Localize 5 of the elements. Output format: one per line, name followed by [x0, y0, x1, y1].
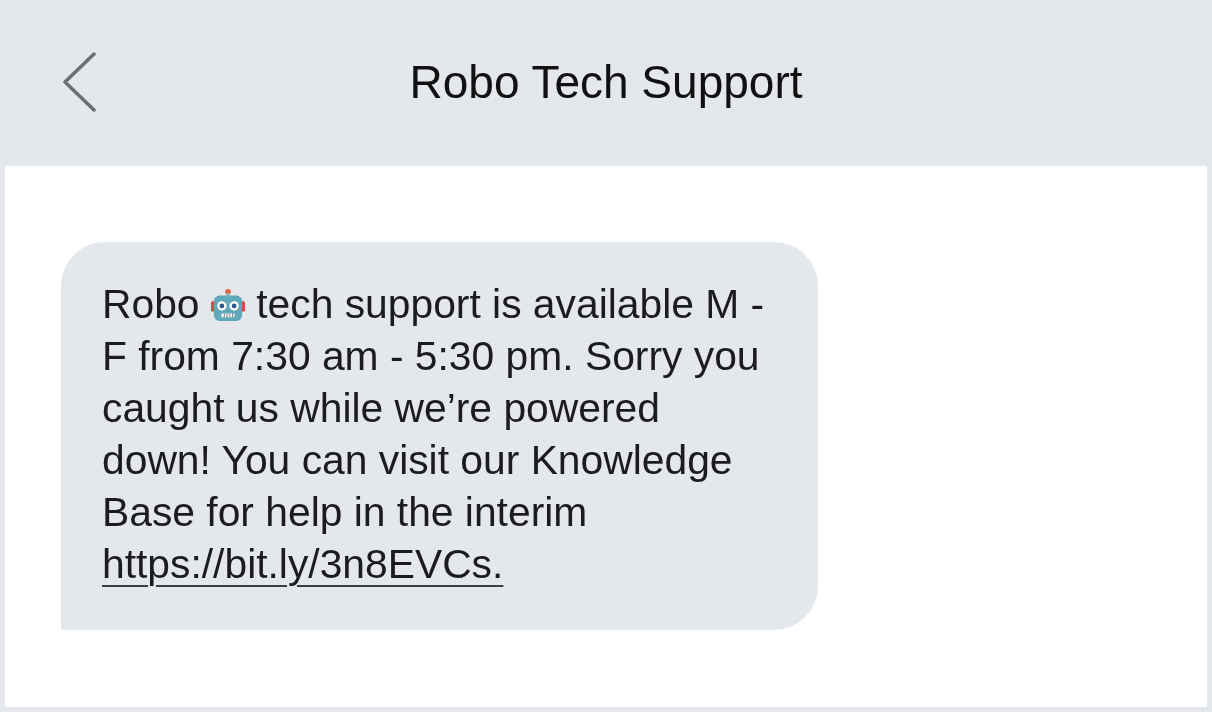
message-text: Robo tech support is available M - F from 7:30 am - 5:30 pm. Sorry you caught us while we’re powered down! You can visit our Knowledge Base for help in the interim https://bit.ly/3n8EVCs. [102, 280, 766, 589]
chevron-left-icon [61, 52, 97, 112]
link[interactable]: https://bit.ly/3n8EVCs. [102, 541, 504, 587]
robot-face-icon [210, 289, 245, 321]
chat-title: Robo Tech Support [409, 55, 803, 109]
